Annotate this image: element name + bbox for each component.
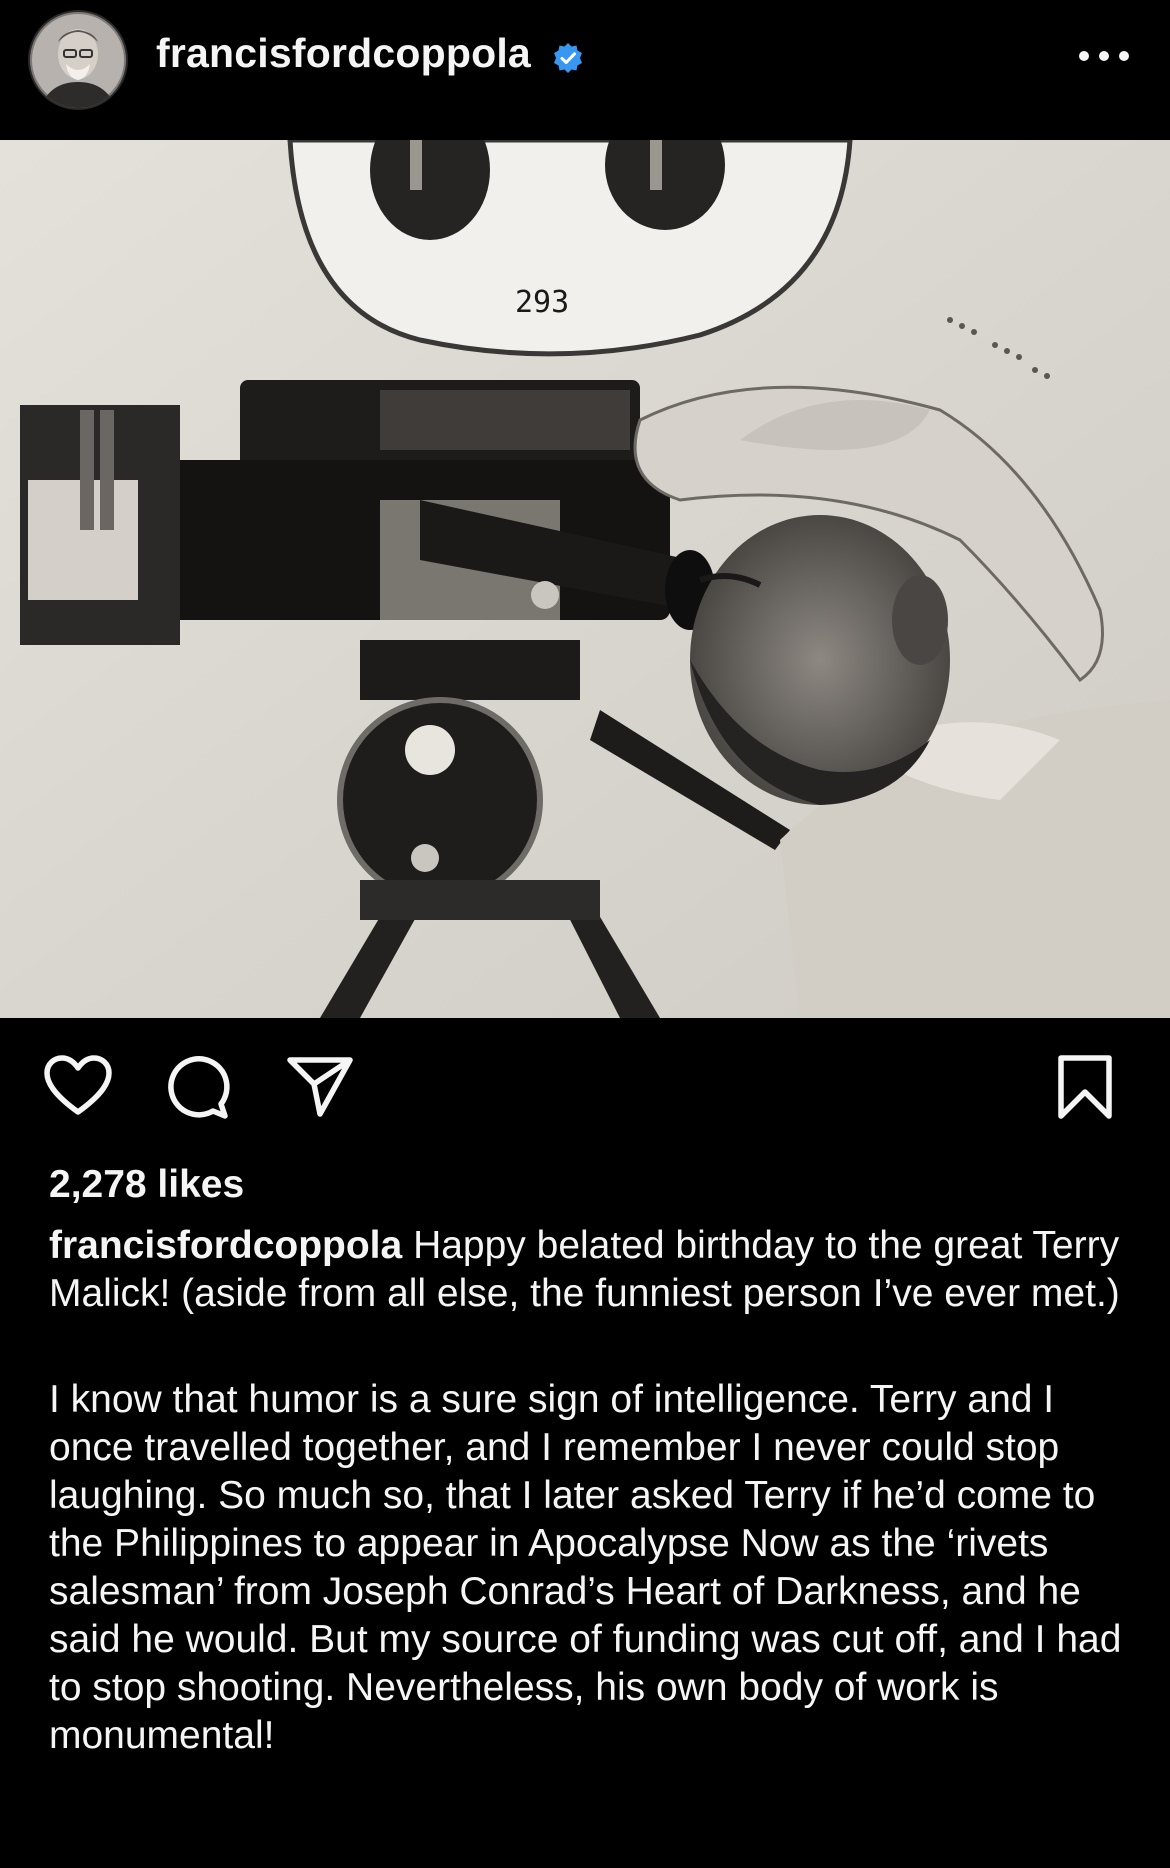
magazine-number: 293	[515, 285, 569, 320]
post-username[interactable]: francisfordcoppola	[156, 30, 531, 77]
heart-icon[interactable]	[43, 1054, 113, 1118]
post-header: francisfordcoppola	[0, 0, 1170, 140]
comment-bubble-icon[interactable]	[165, 1054, 231, 1120]
verified-badge-icon	[554, 43, 582, 73]
post-image: 293	[0, 140, 1170, 1018]
likes-count[interactable]: 2,278 likes	[49, 1163, 244, 1207]
more-options-icon[interactable]	[1078, 48, 1130, 64]
avatar-portrait	[30, 12, 126, 108]
paper-plane-icon[interactable]	[286, 1054, 354, 1118]
post-photo[interactable]: 293	[0, 140, 1170, 1018]
bookmark-icon[interactable]	[1056, 1054, 1114, 1120]
post-caption: francisfordcoppola Happy belated birthda…	[49, 1222, 1129, 1760]
avatar[interactable]	[30, 12, 126, 108]
caption-first-paragraph: francisfordcoppola Happy belated birthda…	[49, 1222, 1129, 1318]
caption-second-paragraph: I know that humor is a sure sign of inte…	[49, 1378, 1122, 1757]
caption-author[interactable]: francisfordcoppola	[49, 1224, 402, 1267]
